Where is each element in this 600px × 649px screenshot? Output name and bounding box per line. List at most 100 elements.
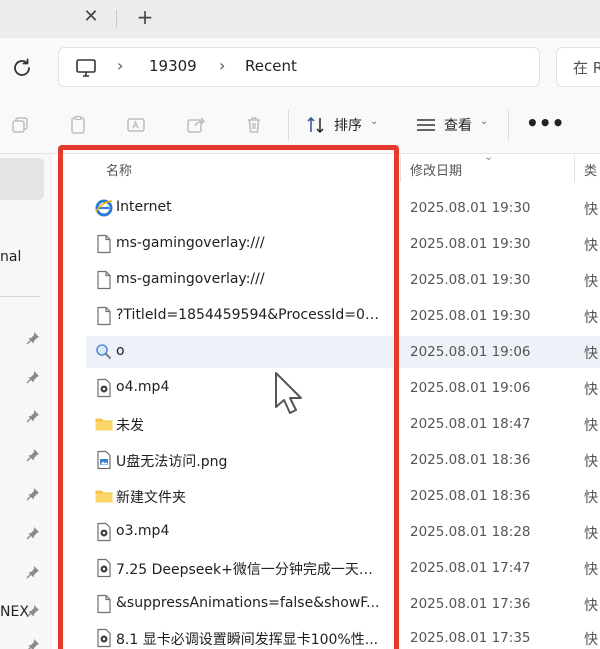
file-icon [97, 594, 111, 614]
file-date: 2025.08.01 17:35 [410, 630, 531, 646]
folder-icon [95, 490, 113, 503]
list-item[interactable]: o 2025.08.01 19:06 快 [86, 336, 600, 368]
navigation-pane: nal NEX [0, 154, 52, 649]
command-bar: 排序 ⌄ 查看 ⌄ ••• [0, 96, 600, 154]
copy-icon[interactable] [10, 115, 30, 135]
file-date: 2025.08.01 18:36 [410, 488, 531, 504]
video-file-icon [97, 628, 111, 648]
breadcrumb-user[interactable]: 19309 [149, 57, 197, 75]
pin-icon [26, 566, 39, 579]
pin-icon [26, 332, 39, 345]
file-type: 快 [584, 454, 598, 470]
mouse-cursor-icon [275, 372, 302, 414]
share-icon[interactable] [186, 115, 206, 135]
file-type: 快 [584, 382, 598, 398]
file-icon [97, 234, 111, 254]
image-file-icon [97, 450, 111, 470]
list-item[interactable]: 8.1 显卡必调设置瞬间发挥显卡100%性... 2025.08.01 17:3… [86, 622, 600, 649]
refresh-icon[interactable] [10, 56, 34, 80]
toolbar-divider [508, 110, 509, 140]
sort-indicator-icon: ⌄ [484, 150, 494, 163]
file-icon [97, 306, 111, 326]
file-type: 快 [584, 274, 598, 290]
file-date: 2025.08.01 17:47 [410, 560, 531, 576]
column-divider[interactable] [400, 156, 401, 182]
file-type: 快 [584, 526, 598, 542]
list-item[interactable]: o3.mp4 2025.08.01 18:28 快 [86, 516, 600, 548]
file-date: 2025.08.01 17:36 [410, 596, 531, 612]
file-name: o4.mp4 [116, 379, 170, 395]
file-name: o [116, 343, 125, 359]
chevron-down-icon: ⌄ [480, 116, 489, 127]
chevron-down-icon: ⌄ [370, 116, 379, 127]
list-item[interactable]: ?TitleId=1854459594&ProcessId=0&... 2025… [86, 300, 600, 332]
column-header-type[interactable]: 类 [584, 160, 597, 179]
pin-icon [26, 449, 39, 462]
file-type: 快 [584, 202, 598, 218]
file-type: 快 [584, 490, 598, 506]
list-item[interactable]: ms-gamingoverlay:/// 2025.08.01 19:30 快 [86, 228, 600, 260]
file-date: 2025.08.01 19:30 [410, 200, 531, 216]
file-name: &suppressAnimations=false&showF... [116, 595, 380, 611]
search-placeholder: 在 R [573, 59, 600, 77]
address-row: › 19309 › Recent 在 R [0, 38, 600, 96]
new-tab-button[interactable]: + [134, 5, 156, 29]
pin-icon [26, 605, 39, 618]
nav-divider [0, 296, 40, 297]
sort-label: 排序 [334, 118, 362, 134]
breadcrumb-recent[interactable]: Recent [245, 57, 297, 75]
sort-icon [307, 116, 324, 134]
column-divider[interactable] [574, 156, 575, 182]
nav-item-label[interactable]: nal [0, 249, 21, 265]
list-item[interactable]: Internet 2025.08.01 19:30 快 [86, 192, 600, 224]
file-name: ms-gamingoverlay:/// [116, 271, 265, 287]
video-file-icon [97, 558, 111, 578]
tab-divider [116, 10, 117, 28]
file-date: 2025.08.01 18:36 [410, 452, 531, 468]
toolbar-divider [288, 110, 289, 140]
sort-button[interactable]: 排序 ⌄ [300, 108, 386, 142]
list-item[interactable]: o4.mp4 2025.08.01 19:06 快 [86, 372, 600, 404]
internet-explorer-icon [95, 199, 113, 217]
pin-icon [26, 410, 39, 423]
search-input[interactable]: 在 R [556, 47, 600, 87]
file-type: 快 [584, 562, 598, 578]
folder-icon [95, 418, 113, 431]
view-label: 查看 [444, 118, 472, 134]
file-type: 快 [584, 238, 598, 254]
column-header-date[interactable]: 修改日期 [410, 160, 462, 179]
view-button[interactable]: 查看 ⌄ [410, 108, 496, 142]
pin-icon [26, 488, 39, 501]
close-tab-button[interactable]: ✕ [80, 6, 102, 28]
file-icon [97, 270, 111, 290]
computer-icon [76, 59, 96, 77]
list-item[interactable]: 7.25 Deepseek+微信一分钟完成一天工... 2025.08.01 1… [86, 552, 600, 584]
list-item[interactable]: &suppressAnimations=false&showF... 2025.… [86, 588, 600, 620]
delete-icon[interactable] [244, 115, 264, 135]
list-item[interactable]: ms-gamingoverlay:/// 2025.08.01 19:30 快 [86, 264, 600, 296]
list-item[interactable]: U盘无法访问.png 2025.08.01 18:36 快 [86, 444, 600, 476]
file-name: 8.1 显卡必调设置瞬间发挥显卡100%性... [116, 632, 379, 648]
file-name: 未发 [116, 418, 144, 434]
paste-icon[interactable] [68, 115, 88, 135]
nav-item-label[interactable]: NEX [0, 604, 29, 620]
pin-icon [28, 639, 39, 649]
more-options-button[interactable]: ••• [526, 110, 564, 140]
address-bar[interactable]: › 19309 › Recent [58, 47, 540, 87]
file-date: 2025.08.01 18:28 [410, 524, 531, 540]
file-date: 2025.08.01 19:30 [410, 236, 531, 252]
breadcrumb-chevron-icon[interactable]: › [117, 56, 123, 75]
nav-selected-item[interactable] [0, 158, 44, 200]
breadcrumb-chevron-icon[interactable]: › [219, 56, 225, 75]
column-header-name[interactable]: 名称 [106, 160, 132, 179]
file-type: 快 [584, 346, 598, 362]
file-name: ?TitleId=1854459594&ProcessId=0&... [116, 307, 386, 323]
file-type: 快 [584, 310, 598, 326]
list-view-icon [417, 119, 435, 131]
file-name: 7.25 Deepseek+微信一分钟完成一天工... [116, 562, 386, 578]
rename-icon[interactable] [126, 115, 146, 135]
file-name: 新建文件夹 [116, 490, 186, 506]
list-item[interactable]: 新建文件夹 2025.08.01 18:36 快 [86, 480, 600, 512]
file-name: o3.mp4 [116, 523, 170, 539]
list-item[interactable]: 未发 2025.08.01 18:47 快 [86, 408, 600, 440]
